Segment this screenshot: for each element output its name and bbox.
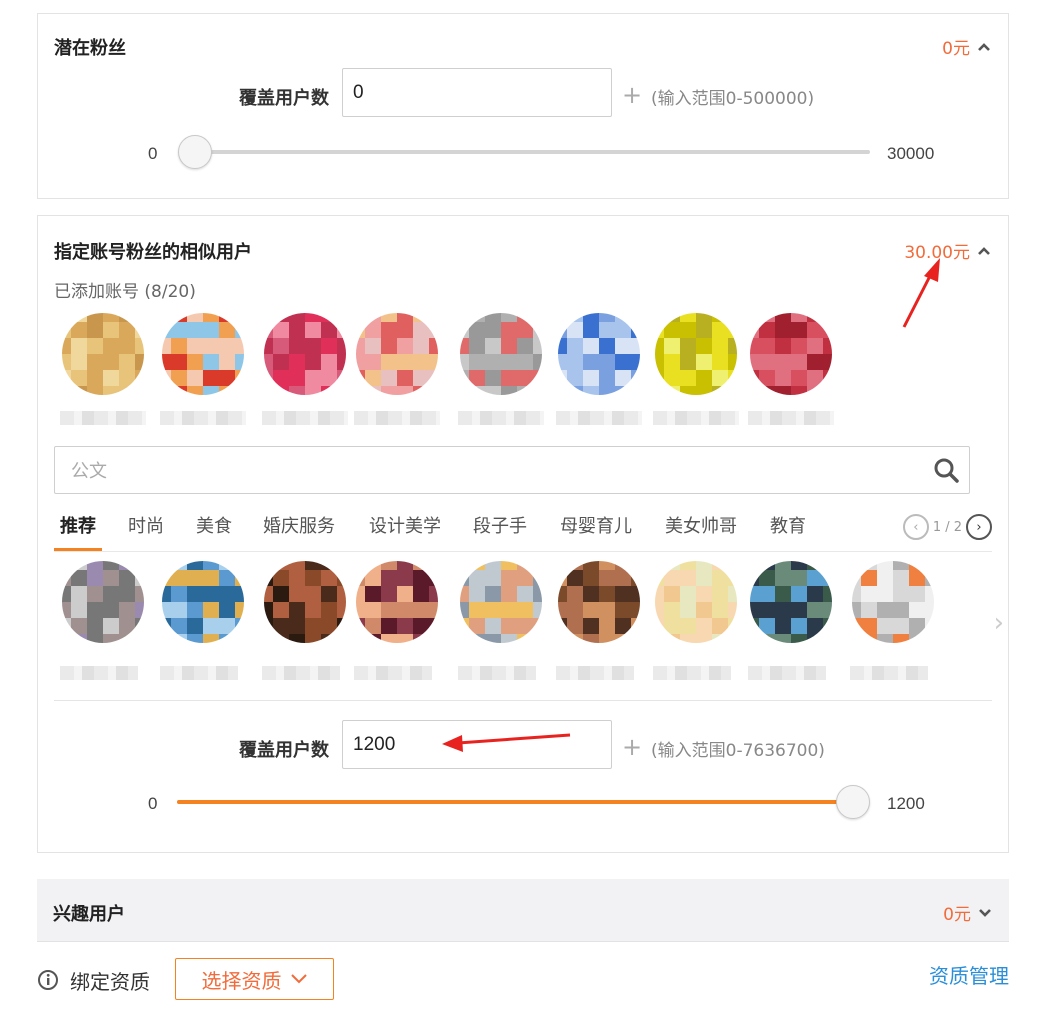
account-name [556,666,634,680]
panel-price[interactable]: 30.00元 [904,238,992,263]
bind-qualification-label: 绑定资质 [70,970,150,994]
account-name [60,666,138,680]
account-avatar[interactable] [655,313,737,395]
account-name [653,666,731,680]
account-avatar[interactable] [264,561,346,643]
account-avatar[interactable] [558,561,640,643]
potential-fans-panel: 潜在粉丝 0元 覆盖用户数 0 + (输入范围0-500000) 0 30000 [37,13,1009,199]
slider-min: 0 [148,794,158,813]
account-avatar[interactable] [356,313,438,395]
account-name [160,666,238,680]
chevron-down-icon[interactable] [977,905,993,921]
slider-handle[interactable] [836,785,870,819]
select-qualification-button[interactable]: 选择资质 [175,958,334,1000]
select-button-label: 选择资质 [201,968,282,993]
tab-design[interactable]: 设计美学 [369,512,441,548]
range-hint: (输入范围0-500000) [651,89,815,109]
slider-handle[interactable] [178,135,212,169]
panel-price[interactable]: 0元 [942,34,992,59]
slider-track[interactable] [177,800,853,804]
tab-pager: ‹ 1 / 2 › [902,514,992,540]
panel-title: 指定账号粉丝的相似用户 [54,242,252,263]
account-name [458,411,544,425]
account-name [354,411,440,425]
account-avatar[interactable] [750,313,832,395]
chevron-up-icon[interactable] [976,39,992,55]
account-name [850,666,928,680]
account-avatar[interactable] [162,313,244,395]
tab-food[interactable]: 美食 [196,512,232,548]
account-name [354,666,432,680]
price-value: 30.00元 [904,243,970,263]
chevron-up-icon[interactable] [976,243,992,259]
tab-parenting[interactable]: 母婴育儿 [560,512,632,548]
category-tabs: 推荐 时尚 美食 婚庆服务 设计美学 段子手 母婴育儿 美女帅哥 教育 ‹ 1 … [54,512,992,552]
chevron-right-icon[interactable]: › [994,608,1004,638]
account-avatar[interactable] [460,561,542,643]
cover-label: 覆盖用户数 [239,88,329,109]
account-search-input[interactable]: 公文 [54,446,970,494]
tab-education[interactable]: 教育 [770,512,806,548]
tab-wedding[interactable]: 婚庆服务 [263,512,335,548]
search-placeholder: 公文 [71,461,107,482]
similar-users-panel: 指定账号粉丝的相似用户 30.00元 已添加账号 (8/20) 公文 推荐 时尚… [37,215,1009,853]
account-avatar[interactable] [655,561,737,643]
account-name [653,411,739,425]
plus-icon[interactable]: + [622,83,642,107]
slider-max: 1200 [887,794,925,813]
range-hint: (输入范围0-7636700) [651,741,825,761]
account-name [748,411,834,425]
account-avatar[interactable] [62,313,144,395]
interest-users-panel[interactable]: 兴趣用户 0元 [37,879,1009,942]
account-name [60,411,146,425]
plus-icon[interactable]: + [622,735,642,759]
account-name [748,666,826,680]
account-avatar[interactable] [750,561,832,643]
search-icon[interactable] [933,457,959,483]
tab-beauty[interactable]: 美女帅哥 [665,512,737,548]
account-name [262,411,348,425]
account-avatar[interactable] [264,313,346,395]
panel-title: 潜在粉丝 [54,38,126,59]
account-avatar[interactable] [62,561,144,643]
cover-label: 覆盖用户数 [239,740,329,761]
slider-track[interactable] [184,150,870,154]
prev-page-button[interactable]: ‹ [902,514,929,540]
account-name [458,666,536,680]
added-account-count: 已添加账号 (8/20) [54,282,196,302]
page-indicator: 1 / 2 [932,519,962,535]
info-icon [38,970,58,990]
cover-count-input[interactable]: 1200 [342,720,612,769]
account-avatar[interactable] [558,313,640,395]
qualification-row: 绑定资质 选择资质 资质管理 [37,958,1009,1002]
account-avatar[interactable] [460,313,542,395]
account-name [160,411,246,425]
account-name [556,411,642,425]
price-value: 0元 [942,39,970,59]
slider-fill [177,800,853,804]
next-page-button[interactable]: › [966,514,992,540]
price-value: 0元 [943,905,971,925]
cover-count-input[interactable]: 0 [342,68,612,117]
slider-max: 30000 [887,144,935,163]
slider-min: 0 [148,144,158,163]
account-avatar[interactable] [162,561,244,643]
panel-price[interactable]: 0元 [943,900,993,925]
tab-jokes[interactable]: 段子手 [473,512,527,548]
divider [54,700,992,701]
qualification-manage-link[interactable]: 资质管理 [929,960,1009,989]
account-avatar[interactable] [852,561,934,643]
account-name [262,666,340,680]
chevron-down-icon [290,974,307,984]
panel-title: 兴趣用户 [53,904,125,925]
account-avatar[interactable] [356,561,438,643]
tab-fashion[interactable]: 时尚 [128,512,164,548]
tab-recommend[interactable]: 推荐 [54,512,102,551]
